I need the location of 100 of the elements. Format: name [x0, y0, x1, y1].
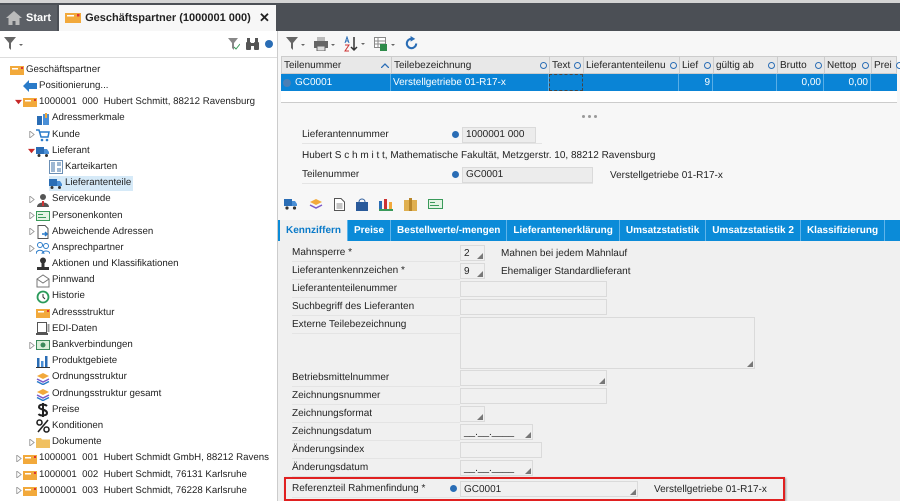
binoculars-icon[interactable]	[246, 38, 259, 50]
column-header[interactable]: Nettop	[825, 57, 872, 74]
field-label: Änderungsdatum	[292, 460, 370, 475]
envelope-icon	[36, 274, 50, 288]
column-header[interactable]: Text	[550, 57, 584, 74]
truck-icon[interactable]	[284, 198, 298, 210]
input-field[interactable]: 1000001 000	[462, 126, 536, 143]
column-header[interactable]: Lieferantenteilenu	[584, 57, 680, 74]
tree-item[interactable]: Positionierung...	[23, 79, 110, 94]
input-field[interactable]: 9	[460, 263, 485, 279]
column-header[interactable]: Brutto	[778, 57, 825, 74]
column-menu-icon[interactable]	[704, 62, 711, 69]
tree-item[interactable]: EDI-Daten	[36, 322, 100, 336]
input-field[interactable]: __.__.____	[460, 424, 533, 440]
field-description: Verstellgetriebe 01-R17-x	[654, 483, 767, 497]
id-card-icon[interactable]	[428, 198, 443, 210]
tab[interactable]: Kennziffern	[280, 220, 348, 241]
input-field[interactable]: GC0001	[462, 166, 593, 183]
tree-item[interactable]: 1000001 002 Hubert Schmidt, 76131 Karlsruhe	[23, 468, 249, 482]
expand-caret-icon[interactable]	[28, 131, 34, 138]
shopping-bag-icon[interactable]	[356, 198, 368, 211]
tree-item[interactable]: Produktgebiete	[36, 354, 120, 369]
person-icon	[36, 192, 50, 207]
header-tab[interactable]: Geschäftspartner (1000001 000) ✕	[59, 5, 276, 31]
input-field[interactable]	[460, 406, 485, 422]
layers-icon[interactable]	[309, 198, 323, 210]
tree-item[interactable]: Geschäftspartner	[10, 62, 102, 78]
column-header[interactable]: Lief	[680, 57, 714, 74]
column-menu-icon[interactable]	[768, 62, 775, 69]
field-description: Mahnen bei jedem Mahnlauf	[501, 247, 628, 261]
package-icon[interactable]	[404, 198, 417, 211]
tree-item[interactable]: 1000001 003 Hubert Schmidt, 76228 Karlsruhe	[23, 484, 249, 498]
tree-item[interactable]: Ordnungsstruktur	[36, 370, 129, 385]
input-field[interactable]: 2	[460, 245, 485, 261]
tree-item[interactable]: Ordnungsstruktur gesamt	[36, 386, 164, 402]
expand-caret-icon[interactable]	[28, 228, 34, 236]
column-menu-icon[interactable]	[862, 62, 869, 69]
resize-corner-icon	[477, 253, 483, 259]
tree-item[interactable]: 1000001 001 Hubert Schmidt GmbH, 88212 Ravens	[23, 451, 271, 466]
column-header[interactable]: gültig ab	[714, 57, 778, 74]
resize-corner-icon	[599, 378, 605, 384]
tree-item[interactable]: Historie	[36, 289, 87, 304]
column-menu-icon[interactable]	[574, 62, 581, 69]
tree-item[interactable]: Dokumente	[36, 435, 104, 450]
printer-icon[interactable]	[314, 36, 336, 51]
column-menu-icon[interactable]	[540, 62, 547, 69]
bank-note-icon	[36, 338, 50, 352]
info-icon	[283, 78, 291, 87]
dollar-icon	[36, 403, 50, 418]
tree-item[interactable]: Adressmerkmale	[36, 111, 127, 126]
filter-icon[interactable]	[4, 37, 24, 51]
card-grid-icon	[49, 160, 63, 174]
field-label: Mahnsperre *	[292, 246, 354, 260]
tree-item[interactable]: Personenkonten	[36, 208, 125, 224]
tree-item[interactable]: Lieferant	[36, 144, 92, 158]
layers-icon	[36, 370, 50, 385]
resize-corner-icon	[747, 361, 753, 367]
sort-icon[interactable]	[344, 36, 366, 52]
field-label: Änderungsindex	[292, 442, 366, 457]
tree-item[interactable]: Konditionen	[36, 418, 106, 434]
field-label: Referenzteil Rahmenfindung *	[292, 482, 426, 496]
filter-check-icon[interactable]	[228, 38, 240, 50]
input-field[interactable]	[460, 370, 607, 386]
envelope-card-icon	[10, 63, 24, 78]
close-button[interactable]: ✕	[258, 8, 270, 28]
info-icon	[452, 131, 459, 138]
refresh-icon[interactable]	[404, 36, 419, 52]
tree-item[interactable]: Servicekunde	[36, 192, 113, 207]
percent-icon	[36, 419, 50, 434]
input-field[interactable]: __.__.____	[460, 460, 533, 476]
column-header[interactable]: Prei	[872, 57, 900, 74]
tree-item[interactable]: Ansprechpartner	[36, 240, 126, 256]
part-description: Verstellgetriebe 01-R17-x	[610, 168, 723, 183]
tree-item[interactable]: Aktionen und Klassifikationen	[36, 257, 181, 272]
tree-item[interactable]: Kunde	[36, 128, 82, 142]
column-menu-icon[interactable]	[670, 62, 677, 69]
tree-item[interactable]: Abweichende Adressen	[36, 224, 156, 240]
tree-item[interactable]: Adressstruktur	[36, 306, 116, 320]
tree-item[interactable]: Karteikarten	[49, 160, 120, 174]
splitter-handle[interactable]	[582, 115, 596, 118]
tree-item[interactable]: 1000001 000 Hubert Schmitt, 88212 Ravensburg	[23, 95, 257, 110]
spreadsheet-export-icon[interactable]	[374, 36, 396, 51]
tree-item[interactable]: Pinnwand	[36, 273, 97, 288]
input-field[interactable]: GC0001	[460, 481, 638, 497]
left-arrow-icon	[23, 79, 37, 94]
expand-caret-icon[interactable]	[28, 244, 34, 252]
column-menu-icon[interactable]	[815, 62, 822, 69]
tree-item[interactable]: Bankverbindungen	[36, 338, 135, 353]
header-tab[interactable]: Start	[0, 5, 58, 31]
expand-caret-icon[interactable]	[28, 196, 34, 204]
field-label: Lieferantennummer	[302, 128, 390, 142]
document-icon[interactable]	[334, 198, 345, 211]
table-cell-text: GC0001	[295, 76, 332, 90]
tree-item[interactable]: Lieferantenteile	[49, 176, 134, 191]
column-header[interactable]: Teilebezeichnung	[392, 57, 550, 74]
table-row[interactable]: GC0001 Verstellgetriebe 01-R17-x 9 0,00 0,00	[281, 74, 897, 92]
tree-item[interactable]: Preise	[36, 402, 82, 418]
collapse-caret-icon[interactable]	[28, 148, 34, 155]
filter-icon[interactable]	[286, 36, 306, 51]
column-header[interactable]: Teilenummer	[282, 57, 392, 74]
